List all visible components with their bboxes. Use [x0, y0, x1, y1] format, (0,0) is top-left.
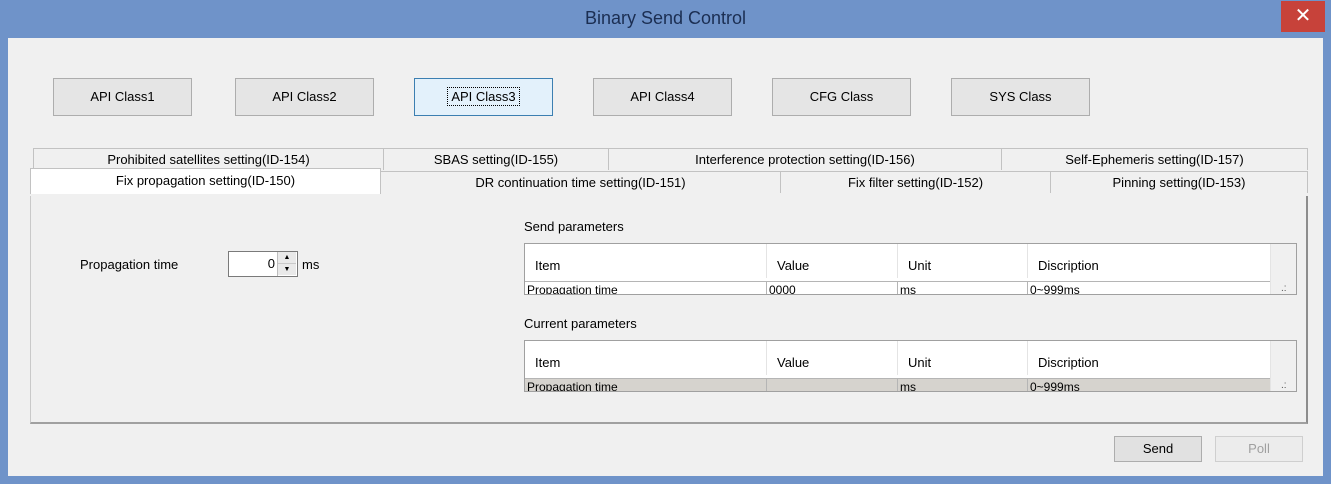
- spinner-arrows: ▲ ▼: [277, 252, 297, 276]
- tab-fix-propagation[interactable]: Fix propagation setting(ID-150): [30, 168, 381, 194]
- propagation-time-label: Propagation time: [80, 257, 179, 272]
- current-parameters-grid[interactable]: Item Value Unit Discription Propagation …: [524, 340, 1297, 392]
- window-title: Binary Send Control: [584, 8, 747, 28]
- cell-description[interactable]: 0~999ms: [1028, 379, 1273, 391]
- cell-item[interactable]: Propagation time: [525, 379, 767, 391]
- tab-prohibited-satellites[interactable]: Prohibited satellites setting(ID-154): [33, 148, 384, 170]
- api-class3-button[interactable]: API Class3: [414, 78, 553, 116]
- api-class4-button[interactable]: API Class4: [593, 78, 732, 116]
- propagation-time-spinner[interactable]: 0 ▲ ▼: [228, 251, 298, 277]
- cell-description[interactable]: 0~999ms: [1028, 282, 1273, 294]
- propagation-unit-label: ms: [302, 257, 320, 272]
- column-header-unit[interactable]: Unit: [898, 244, 1028, 278]
- spin-down-icon[interactable]: ▼: [278, 264, 296, 275]
- grid-corner: .:: [1270, 244, 1296, 294]
- cell-item[interactable]: Propagation time: [525, 282, 767, 294]
- api-class1-button[interactable]: API Class1: [53, 78, 192, 116]
- current-parameters-title: Current parameters: [524, 316, 637, 331]
- api-class2-button[interactable]: API Class2: [235, 78, 374, 116]
- column-header-unit[interactable]: Unit: [898, 341, 1028, 375]
- grid-corner: .:: [1270, 341, 1296, 391]
- tab-self-ephemeris[interactable]: Self-Ephemeris setting(ID-157): [1001, 148, 1308, 170]
- column-header-item[interactable]: Item: [525, 341, 767, 375]
- cell-value[interactable]: 0000: [767, 282, 898, 294]
- title-bar: Binary Send Control ✕: [0, 0, 1331, 38]
- propagation-time-value: 0: [267, 256, 275, 271]
- poll-button[interactable]: Poll: [1215, 436, 1303, 462]
- cfg-class-button[interactable]: CFG Class: [772, 78, 911, 116]
- cell-value[interactable]: [767, 379, 898, 391]
- column-header-value[interactable]: Value: [767, 244, 898, 278]
- tab-fix-filter[interactable]: Fix filter setting(ID-152): [780, 171, 1051, 193]
- send-button[interactable]: Send: [1114, 436, 1202, 462]
- column-header-description[interactable]: Discription: [1028, 244, 1273, 278]
- column-header-value[interactable]: Value: [767, 341, 898, 375]
- spin-up-icon[interactable]: ▲: [278, 252, 296, 264]
- cell-unit[interactable]: ms: [898, 379, 1028, 391]
- tab-sbas[interactable]: SBAS setting(ID-155): [383, 148, 609, 170]
- send-parameters-grid[interactable]: Item Value Unit Discription Propagation …: [524, 243, 1297, 295]
- column-header-item[interactable]: Item: [525, 244, 767, 278]
- close-button[interactable]: ✕: [1281, 1, 1325, 32]
- tab-dr-continuation[interactable]: DR continuation time setting(ID-151): [380, 171, 781, 193]
- sys-class-button[interactable]: SYS Class: [951, 78, 1090, 116]
- tab-interference-protection[interactable]: Interference protection setting(ID-156): [608, 148, 1002, 170]
- cell-unit[interactable]: ms: [898, 282, 1028, 294]
- close-icon: ✕: [1294, 5, 1312, 27]
- send-parameters-title: Send parameters: [524, 219, 624, 234]
- column-header-description[interactable]: Discription: [1028, 341, 1273, 375]
- tab-pinning[interactable]: Pinning setting(ID-153): [1050, 171, 1308, 193]
